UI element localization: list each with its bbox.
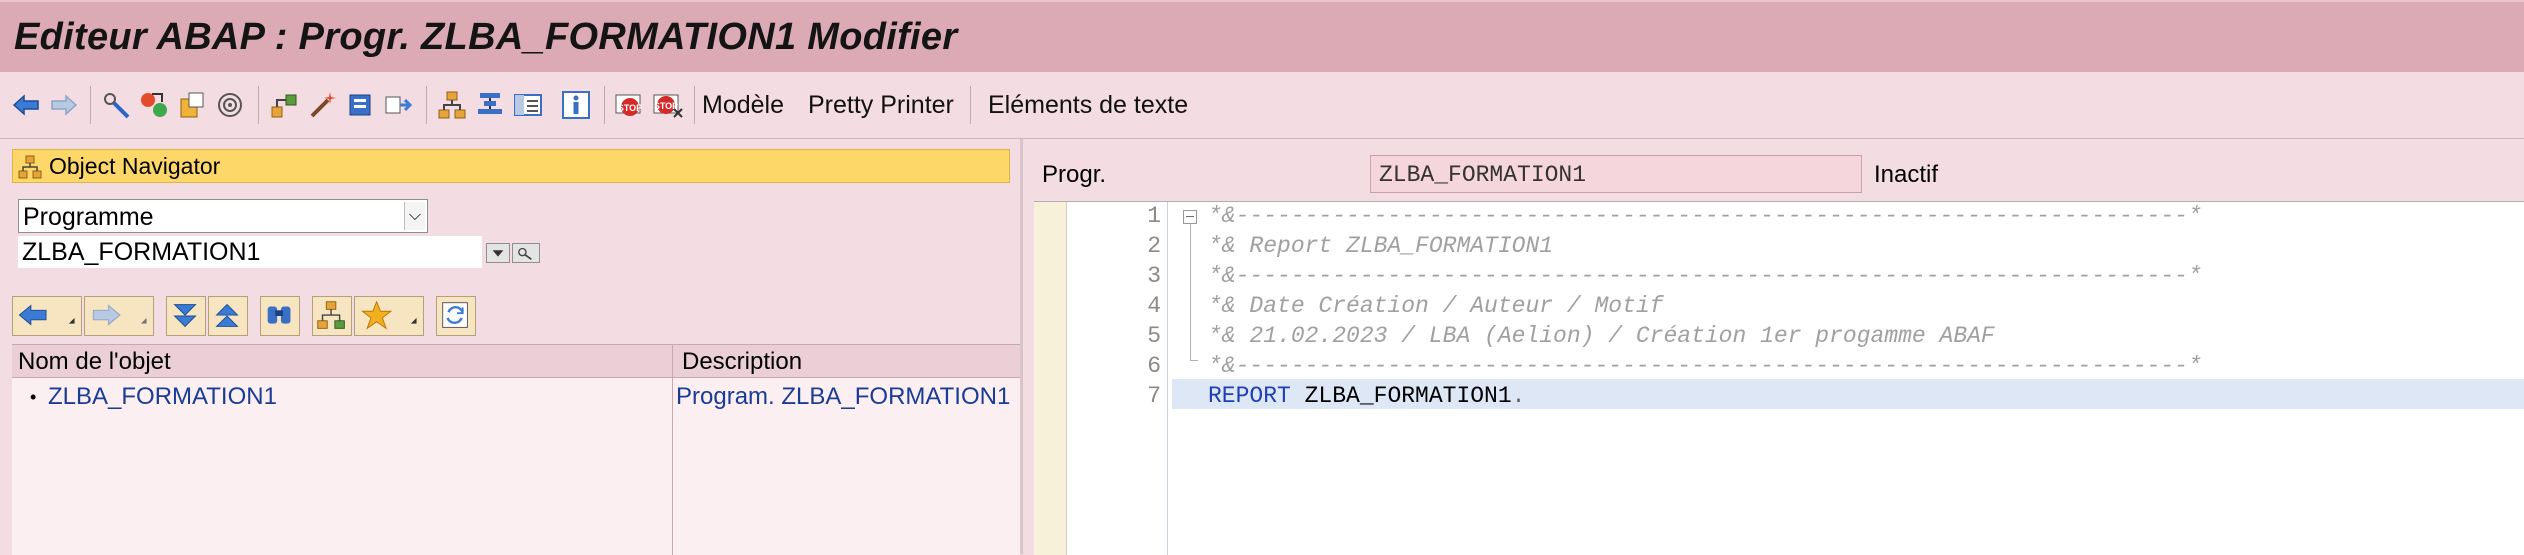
- statement-period: .: [1511, 383, 1526, 409]
- chevron-down-icon[interactable]: ⌵: [404, 202, 425, 230]
- statement-program-name: ZLBA_FORMATION1: [1290, 383, 1512, 409]
- hierarchy-up-button[interactable]: [312, 296, 352, 336]
- code-line-comment: *&--------------------------------------…: [1208, 353, 2202, 379]
- line-number: 4: [1147, 293, 1161, 319]
- line-number: 7: [1147, 383, 1161, 409]
- code-line-comment: *& Date Création / Auteur / Motif: [1208, 293, 1664, 319]
- object-list-icon[interactable]: [268, 89, 300, 121]
- line-number-gutter: 1 2 3 4 5 6 7: [1067, 202, 1168, 555]
- toolbar-separator: [970, 86, 971, 124]
- column-divider: [672, 345, 673, 555]
- info-icon[interactable]: [560, 89, 592, 121]
- program-status: Inactif: [1874, 161, 1939, 188]
- object-type-value: Programme: [23, 203, 154, 231]
- line-number: 2: [1147, 233, 1161, 259]
- toolbar-separator: [426, 86, 427, 124]
- nav-forward-button[interactable]: [84, 296, 154, 336]
- fold-guide: [1190, 224, 1191, 360]
- tree-node-description: Program. ZLBA_FORMATION1: [676, 383, 1011, 410]
- display-change-icon[interactable]: [100, 89, 132, 121]
- debug-icon[interactable]: [344, 89, 376, 121]
- activate-icon[interactable]: [138, 89, 170, 121]
- table-header: Nom de l'objet Description: [12, 345, 1020, 378]
- toolbar-separator: [258, 86, 259, 124]
- code-editor[interactable]: 1 2 3 4 5 6 7 *&------------------------…: [1034, 201, 2524, 555]
- refresh-button[interactable]: [436, 296, 476, 336]
- modele-button[interactable]: Modèle: [702, 91, 784, 120]
- back-arrow-icon[interactable]: [10, 89, 42, 121]
- object-navigator-title: Object Navigator: [49, 153, 221, 179]
- object-type-select[interactable]: Programme ⌵: [18, 199, 428, 233]
- abap-editor-panel: Progr. ZLBA_FORMATION1 Inactif 1 2 3 4 5…: [1030, 139, 2524, 555]
- object-name-input[interactable]: ZLBA_FORMATION1: [18, 236, 482, 268]
- line-number: 1: [1147, 203, 1161, 229]
- find-button[interactable]: [260, 296, 300, 336]
- code-line-comment: *& 21.02.2023 / LBA (Aelion) / Création …: [1208, 323, 1995, 349]
- delete-breakpoint-icon[interactable]: STOP: [652, 89, 684, 121]
- tree-node-name[interactable]: ZLBA_FORMATION1: [48, 383, 277, 411]
- toolbar-separator: [604, 86, 605, 124]
- title-bar: Editeur ABAP : Progr. ZLBA_FORMATION1 Mo…: [0, 0, 2524, 72]
- collapse-block-icon[interactable]: [1183, 210, 1197, 224]
- line-number: 6: [1147, 353, 1161, 379]
- toolbar-separator: [90, 86, 91, 124]
- text-elements-button[interactable]: Eléments de texte: [988, 91, 1188, 120]
- object-name-value: ZLBA_FORMATION1: [22, 238, 261, 266]
- tree-bullet: •: [30, 387, 37, 407]
- code-line-statement: REPORT ZLBA_FORMATION1.: [1208, 383, 1525, 409]
- code-line-comment: *& Report ZLBA_FORMATION1: [1208, 233, 1554, 259]
- screen-layout-icon[interactable]: [512, 89, 544, 121]
- display-object-icon[interactable]: [512, 243, 540, 263]
- object-navigator-header[interactable]: Object Navigator: [12, 149, 1010, 183]
- where-used-icon[interactable]: [214, 89, 246, 121]
- window-title: Editeur ABAP : Progr. ZLBA_FORMATION1 Mo…: [14, 16, 958, 58]
- favorites-button[interactable]: [354, 296, 424, 336]
- program-name-field: ZLBA_FORMATION1: [1370, 155, 1862, 193]
- forward-arrow-icon[interactable]: [48, 89, 80, 121]
- keyword-report: REPORT: [1208, 383, 1291, 409]
- line-number: 3: [1147, 263, 1161, 289]
- object-tree-table: Nom de l'objet Description • ZLBA_FORMAT…: [12, 344, 1020, 555]
- hierarchy-icon[interactable]: [436, 89, 468, 121]
- set-breakpoint-icon[interactable]: STOP: [614, 89, 646, 121]
- pretty-printer-button[interactable]: Pretty Printer: [808, 91, 954, 120]
- column-header-description[interactable]: Description: [682, 348, 802, 376]
- code-line-comment: *&--------------------------------------…: [1208, 203, 2202, 229]
- dropdown-arrow-icon[interactable]: [486, 243, 510, 263]
- collapse-all-button[interactable]: [208, 296, 248, 336]
- other-object-icon[interactable]: [176, 89, 208, 121]
- expand-all-button[interactable]: [166, 296, 206, 336]
- code-line-comment: *&--------------------------------------…: [1208, 263, 2202, 289]
- hierarchy-icon: [17, 154, 43, 180]
- svg-text:STOP: STOP: [618, 103, 642, 113]
- line-number: 5: [1147, 323, 1161, 349]
- breakpoint-gutter[interactable]: [1034, 202, 1067, 555]
- enhance-icon[interactable]: [382, 89, 414, 121]
- application-toolbar: STOP STOP Modèle Pretty Printer Eléments…: [0, 72, 2524, 139]
- column-header-object-name[interactable]: Nom de l'objet: [18, 348, 171, 376]
- object-navigator-panel: Object Navigator Programme ⌵ ZLBA_FORMAT…: [0, 139, 1023, 555]
- program-name-value: ZLBA_FORMATION1: [1379, 162, 1587, 188]
- pattern-icon[interactable]: [474, 89, 506, 121]
- magic-wand-icon[interactable]: [306, 89, 338, 121]
- nav-back-button[interactable]: [12, 296, 82, 336]
- program-label: Progr.: [1042, 161, 1107, 188]
- toolbar-separator: [694, 86, 695, 124]
- fold-guide-end: [1190, 360, 1198, 361]
